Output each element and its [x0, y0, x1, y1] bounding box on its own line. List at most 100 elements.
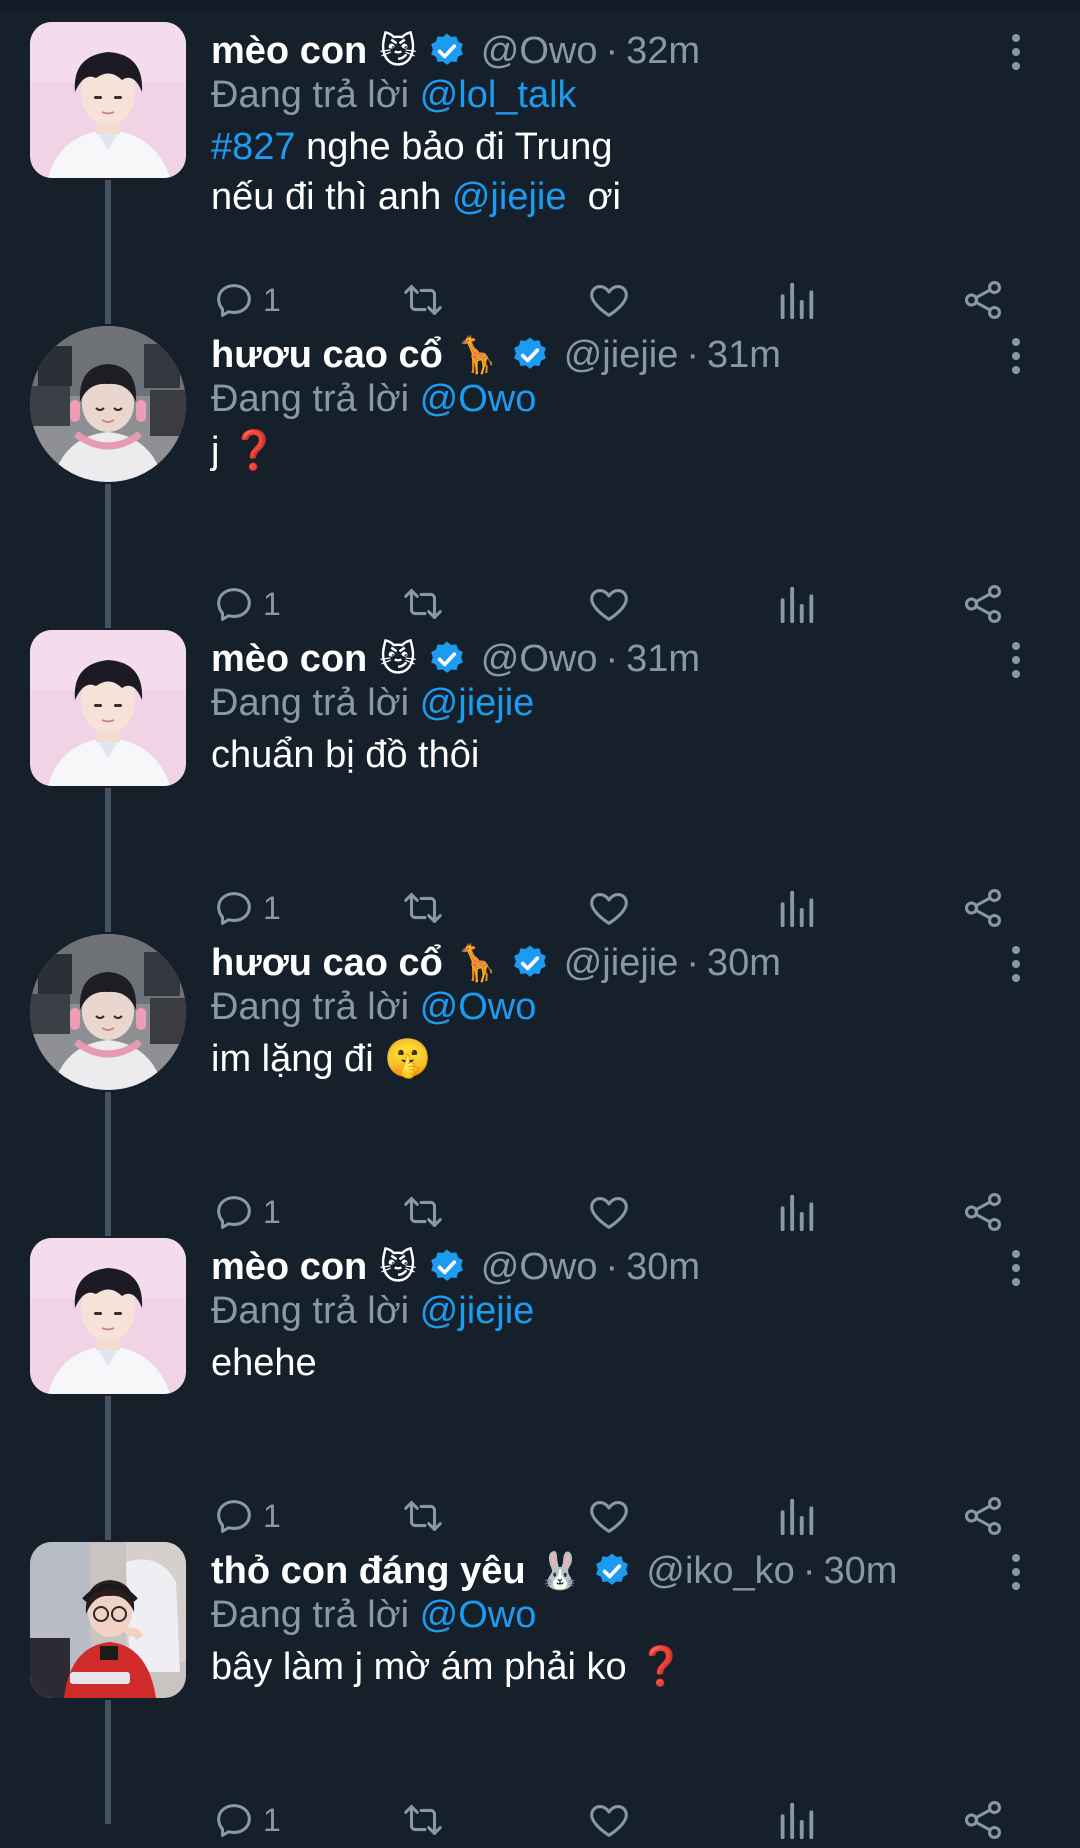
mention-link[interactable]: @jiejie — [452, 176, 567, 218]
verified-badge-icon — [500, 943, 550, 983]
text-segment: j — [211, 430, 230, 472]
timestamp[interactable]: 31m — [626, 638, 700, 681]
thread-line — [105, 1216, 111, 1236]
tweet[interactable]: thỏ con đáng yêu 🐰 @iko_ko · 30m Đang trả lời… — [0, 1520, 1080, 1840]
tweet-text-line: #827 nghe bảo đi Trung — [211, 122, 621, 172]
thread-line — [105, 912, 111, 932]
replying-to-link[interactable]: @Owo — [420, 378, 537, 420]
text-segment: im lặng đi — [211, 1038, 385, 1080]
tweet[interactable]: mèo con 😼 @Owo · 32m Đang trả lời @lol_talk #8… — [0, 0, 1080, 320]
replying-to: Đang trả lời @Owo — [211, 1594, 536, 1637]
separator-dot: · — [686, 941, 700, 984]
retweet-icon — [398, 1797, 448, 1843]
replying-prefix: Đang trả lời — [211, 1290, 410, 1332]
more-options-icon[interactable] — [1006, 944, 1026, 984]
tweet-header: thỏ con đáng yêu 🐰 @iko_ko · 30m — [211, 1546, 897, 1596]
replying-to-link[interactable]: @Owo — [420, 986, 537, 1028]
display-name[interactable]: mèo con — [211, 1246, 367, 1289]
replying-prefix: Đang trả lời — [211, 378, 410, 420]
avatar[interactable] — [30, 630, 186, 786]
replying-to: Đang trả lời @Owo — [211, 378, 536, 421]
share-button[interactable] — [960, 1792, 1006, 1848]
reply-button[interactable]: 1 — [211, 1792, 281, 1848]
avatar[interactable] — [30, 1238, 186, 1394]
like-button[interactable] — [585, 1792, 633, 1848]
timestamp[interactable]: 31m — [707, 334, 781, 377]
username[interactable]: @Owo — [481, 638, 598, 681]
share-icon — [960, 1797, 1006, 1843]
tweet[interactable]: mèo con 😼 @Owo · 31m Đang trả lời @jiejie chuẩ… — [0, 608, 1080, 928]
name-emoji: 🐰 — [537, 1550, 583, 1591]
username[interactable]: @Owo — [481, 30, 598, 73]
tweet-header: mèo con 😼 @Owo · 31m — [211, 634, 700, 684]
text-segment: ơi — [566, 176, 621, 218]
timestamp[interactable]: 30m — [626, 1246, 700, 1289]
avatar[interactable] — [30, 934, 186, 1090]
replying-prefix: Đang trả lời — [211, 986, 410, 1028]
name-emoji: 😼 — [379, 638, 417, 679]
more-options-icon[interactable] — [1006, 1248, 1026, 1288]
tweet-header: hươu cao cổ 🦒 @jiejie · 31m — [211, 330, 781, 380]
timestamp[interactable]: 30m — [707, 942, 781, 985]
text-emoji: ❓ — [230, 430, 278, 472]
tweet[interactable]: hươu cao cổ 🦒 @jiejie · 30m Đang trả lời @Owo… — [0, 912, 1080, 1232]
more-options-icon[interactable] — [1006, 1552, 1026, 1592]
avatar[interactable] — [30, 1542, 186, 1698]
more-options-icon[interactable] — [1006, 640, 1026, 680]
username[interactable]: @iko_ko — [646, 1550, 794, 1593]
text-emoji: ❓ — [637, 1646, 685, 1688]
tweet-header: mèo con 😼 @Owo · 32m — [211, 26, 700, 76]
replying-to-link[interactable]: @jiejie — [420, 1290, 535, 1332]
views-button[interactable] — [776, 1792, 816, 1848]
separator-dot: · — [686, 333, 700, 376]
tweet-text-line: ehehe — [211, 1338, 317, 1388]
replying-to: Đang trả lời @jiejie — [211, 682, 534, 725]
verified-badge-icon — [417, 1247, 467, 1287]
text-segment: nếu đi thì anh — [211, 176, 452, 218]
tweet-text: #827 nghe bảo đi Trung nếu đi thì anh @ji… — [211, 122, 621, 222]
analytics-icon — [776, 1797, 816, 1843]
username[interactable]: @Owo — [481, 1246, 598, 1289]
verified-badge-icon — [417, 639, 467, 679]
tweet-text-line: nếu đi thì anh @jiejie ơi — [211, 172, 621, 222]
name-emoji: 😼 — [379, 30, 417, 71]
hashtag-link[interactable]: #827 — [211, 126, 296, 168]
text-segment: bây làm j mờ ám phải ko — [211, 1646, 638, 1688]
username[interactable]: @jiejie — [564, 334, 679, 377]
reply-count: 1 — [263, 1801, 281, 1838]
heart-icon — [585, 1797, 633, 1843]
avatar[interactable] — [30, 22, 186, 178]
thread-line — [105, 1520, 111, 1540]
retweet-button[interactable] — [398, 1792, 448, 1848]
more-options-icon[interactable] — [1006, 32, 1026, 72]
text-segment: chuẩn bị đồ thôi — [211, 734, 480, 776]
verified-badge-icon — [417, 31, 467, 71]
tweet-text-line: im lặng đi 🤫 — [211, 1034, 432, 1084]
tweet[interactable]: hươu cao cổ 🦒 @jiejie · 31m Đang trả lời @Owo… — [0, 304, 1080, 624]
tweet-text-line: bây làm j mờ ám phải ko ❓ — [211, 1642, 685, 1692]
avatar[interactable] — [30, 326, 186, 482]
tweet-text: im lặng đi 🤫 — [211, 1034, 432, 1084]
display-name[interactable]: hươu cao cổ — [211, 942, 443, 985]
replying-to-link[interactable]: @lol_talk — [420, 74, 577, 116]
display-name[interactable]: hươu cao cổ — [211, 334, 443, 377]
text-segment: ehehe — [211, 1342, 317, 1384]
separator-dot: · — [802, 1549, 816, 1592]
display-name[interactable]: mèo con — [211, 638, 367, 681]
replying-to-link[interactable]: @Owo — [420, 1594, 537, 1636]
tweet-text: bây làm j mờ ám phải ko ❓ — [211, 1642, 685, 1692]
replying-prefix: Đang trả lời — [211, 74, 410, 116]
timestamp[interactable]: 30m — [823, 1550, 897, 1593]
replying-to-link[interactable]: @jiejie — [420, 682, 535, 724]
display-name[interactable]: mèo con — [211, 30, 367, 73]
display-name[interactable]: thỏ con đáng yêu — [211, 1550, 526, 1593]
username[interactable]: @jiejie — [564, 942, 679, 985]
tweet-header: hươu cao cổ 🦒 @jiejie · 30m — [211, 938, 781, 988]
replying-prefix: Đang trả lời — [211, 682, 410, 724]
tweet[interactable]: mèo con 😼 @Owo · 30m Đang trả lời @jiejie eheh… — [0, 1216, 1080, 1536]
tweet-text: ehehe — [211, 1338, 317, 1388]
timestamp[interactable]: 32m — [626, 30, 700, 73]
more-options-icon[interactable] — [1006, 336, 1026, 376]
verified-badge-icon — [582, 1551, 632, 1591]
thread-line — [105, 304, 111, 324]
